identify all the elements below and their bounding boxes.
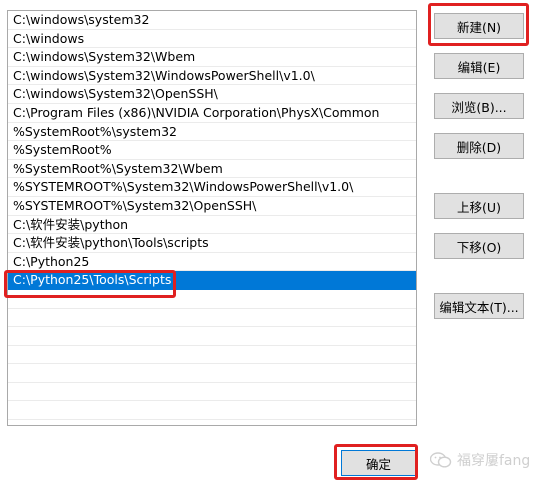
move-up-button[interactable]: 上移(U) bbox=[434, 193, 524, 219]
list-item[interactable]: C:\windows\System32\OpenSSH\ bbox=[8, 85, 416, 104]
list-item[interactable]: %SystemRoot% bbox=[8, 141, 416, 160]
delete-button[interactable]: 删除(D) bbox=[434, 133, 524, 159]
list-item[interactable]: C:\windows\System32\Wbem bbox=[8, 48, 416, 67]
list-item-selected[interactable]: C:\Python25\Tools\Scripts bbox=[8, 271, 416, 290]
empty-row[interactable] bbox=[8, 346, 416, 365]
list-item[interactable]: C:\windows bbox=[8, 30, 416, 49]
empty-row[interactable] bbox=[8, 383, 416, 402]
edit-button[interactable]: 编辑(E) bbox=[434, 53, 524, 79]
empty-row[interactable] bbox=[8, 364, 416, 383]
edit-text-button[interactable]: 编辑文本(T)... bbox=[434, 293, 524, 319]
list-item[interactable]: %SystemRoot%\System32\Wbem bbox=[8, 160, 416, 179]
wechat-icon bbox=[430, 452, 452, 468]
new-button[interactable]: 新建(N) bbox=[434, 13, 524, 39]
list-item[interactable]: C:\Program Files (x86)\NVIDIA Corporatio… bbox=[8, 104, 416, 123]
ok-button[interactable]: 确定 bbox=[341, 450, 416, 476]
empty-row[interactable] bbox=[8, 309, 416, 328]
list-item[interactable]: C:\软件安装\python bbox=[8, 216, 416, 235]
list-item[interactable]: C:\软件安装\python\Tools\scripts bbox=[8, 234, 416, 253]
empty-row[interactable] bbox=[8, 290, 416, 309]
watermark-text: 福穿屢fang bbox=[457, 453, 531, 469]
list-item[interactable]: C:\Python25 bbox=[8, 253, 416, 272]
empty-row[interactable] bbox=[8, 327, 416, 346]
list-item[interactable]: %SystemRoot%\system32 bbox=[8, 123, 416, 142]
move-down-button[interactable]: 下移(O) bbox=[434, 233, 524, 259]
list-item[interactable]: C:\windows\system32 bbox=[8, 11, 416, 30]
path-list[interactable]: C:\windows\system32 C:\windows C:\window… bbox=[7, 10, 417, 426]
watermark: 福穿屢fang bbox=[430, 448, 530, 472]
list-item[interactable]: C:\windows\System32\WindowsPowerShell\v1… bbox=[8, 67, 416, 86]
list-item[interactable]: %SYSTEMROOT%\System32\OpenSSH\ bbox=[8, 197, 416, 216]
list-item[interactable]: %SYSTEMROOT%\System32\WindowsPowerShell\… bbox=[8, 178, 416, 197]
browse-button[interactable]: 浏览(B)... bbox=[434, 93, 524, 119]
empty-row[interactable] bbox=[8, 401, 416, 421]
